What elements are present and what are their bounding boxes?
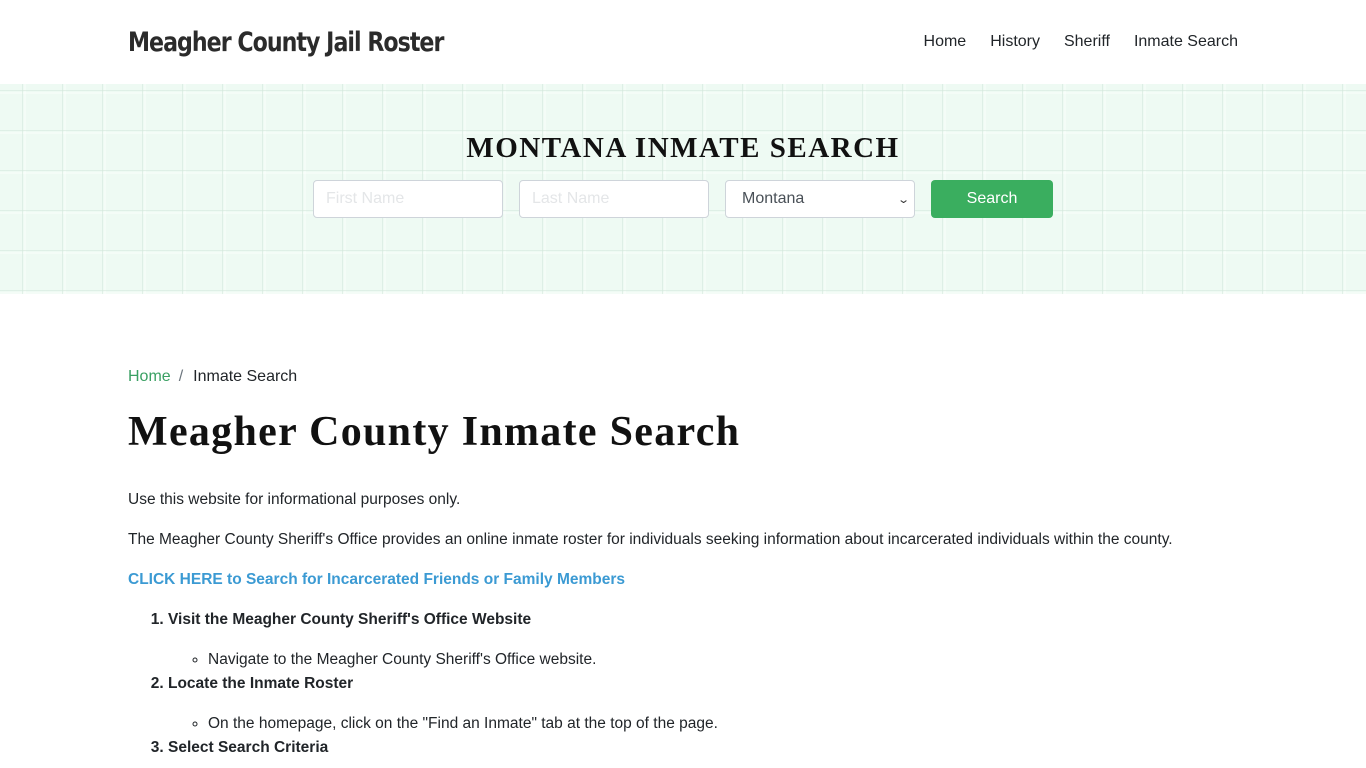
nav-home[interactable]: Home xyxy=(924,33,967,51)
last-name-input[interactable] xyxy=(519,180,709,218)
site-brand[interactable]: Meagher County Jail Roster xyxy=(128,27,444,58)
main-nav: Home History Sheriff Inmate Search xyxy=(900,33,1238,51)
step-title: Locate the Inmate Roster xyxy=(168,675,354,693)
state-select-value: Montana xyxy=(742,190,805,207)
breadcrumb-home[interactable]: Home xyxy=(128,368,171,386)
step-item: Visit the Meagher County Sheriff's Offic… xyxy=(168,608,1238,672)
nav-sheriff[interactable]: Sheriff xyxy=(1064,33,1110,51)
search-cta-link[interactable]: CLICK HERE to Search for Incarcerated Fr… xyxy=(128,568,1238,592)
step-detail: Navigate to the Meagher County Sheriff's… xyxy=(208,648,1238,672)
nav-history[interactable]: History xyxy=(990,33,1040,51)
step-title: Visit the Meagher County Sheriff's Offic… xyxy=(168,611,532,629)
step-details: On the homepage, click on the "Find an I… xyxy=(168,712,1238,736)
chevron-down-icon: ⌄ xyxy=(896,193,910,206)
main-content: Home / Inmate Search Meagher County Inma… xyxy=(0,368,1366,760)
breadcrumb: Home / Inmate Search xyxy=(128,368,1238,386)
hero-title: MONTANA INMATE SEARCH xyxy=(466,132,900,164)
step-title: Select Search Criteria xyxy=(168,739,329,757)
step-item: Locate the Inmate Roster On the homepage… xyxy=(168,672,1238,736)
step-detail: On the homepage, click on the "Find an I… xyxy=(208,712,1238,736)
breadcrumb-separator: / xyxy=(178,368,184,385)
step-item: Select Search Criteria xyxy=(168,736,1238,760)
step-details: Navigate to the Meagher County Sheriff's… xyxy=(168,648,1238,672)
steps-list: Visit the Meagher County Sheriff's Offic… xyxy=(128,608,1238,760)
search-button[interactable]: Search xyxy=(931,180,1053,218)
disclaimer-text: Use this website for informational purpo… xyxy=(128,491,461,509)
breadcrumb-current: Inmate Search xyxy=(193,368,298,385)
navbar: Meagher County Jail Roster Home History … xyxy=(0,0,1366,84)
intro-text: The Meagher County Sheriff's Office prov… xyxy=(128,531,1173,549)
first-name-input[interactable] xyxy=(313,180,503,218)
page-title: Meagher County Inmate Search xyxy=(128,409,741,455)
inmate-search-form: Montana ⌄ Search xyxy=(313,180,1053,218)
hero-search-band: MONTANA INMATE SEARCH Montana ⌄ Search xyxy=(0,84,1366,294)
nav-inmate-search[interactable]: Inmate Search xyxy=(1134,33,1238,51)
state-select[interactable]: Montana ⌄ xyxy=(725,180,915,218)
